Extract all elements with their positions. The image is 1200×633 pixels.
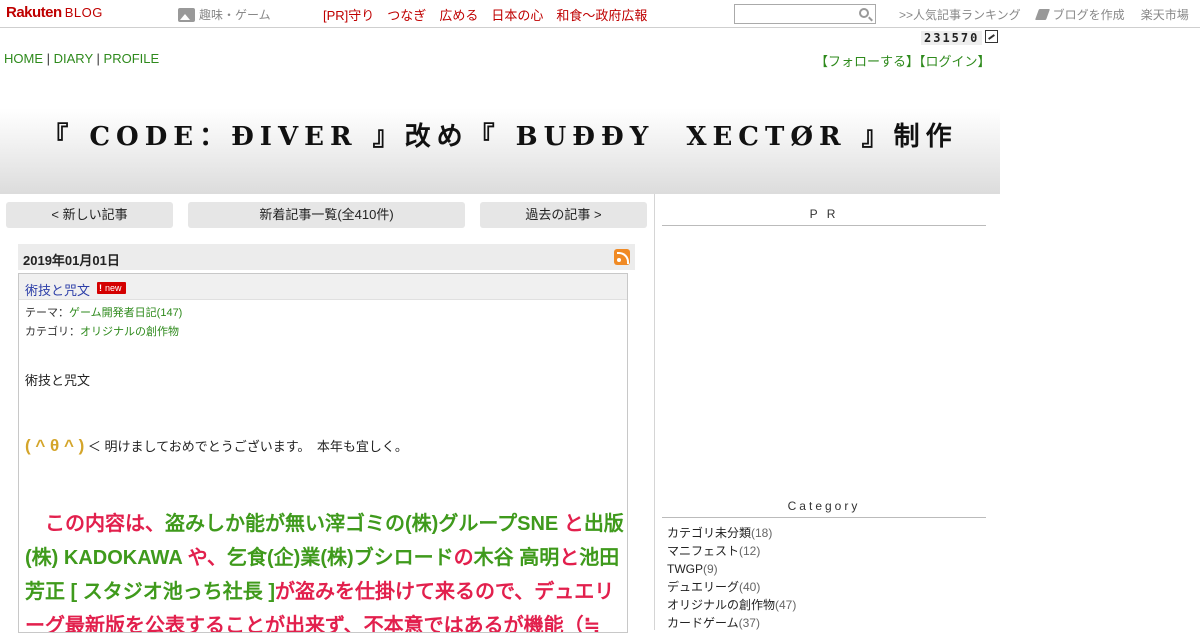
category-section-title: Category (662, 499, 986, 518)
post-title-link[interactable]: 術技と咒文 (25, 280, 90, 299)
genre-label: 趣味・ゲーム (199, 8, 271, 22)
exclamation-icon: ! (99, 283, 102, 293)
notice-segment: と (559, 547, 580, 569)
pr-links: [PR]守り つなぎ 広める 日本の心 和食～政府広報 (323, 5, 660, 24)
category-name: マニフェスト (667, 544, 740, 558)
category-link[interactable]: オリジナルの創作物 (80, 326, 179, 338)
notice-segment: や、 (182, 547, 227, 569)
pr-link[interactable]: 広める (439, 8, 478, 23)
blog-header-banner: 『 CODE：ĐIVER 』改め『 BUĐĐY XECTØR 』制作 (0, 72, 1000, 194)
new-badge-label: new (105, 283, 122, 293)
older-post-button[interactable]: 過去の記事 > (480, 202, 647, 228)
nav-home[interactable]: HOME (4, 51, 43, 66)
body-title: 術技と咒文 (25, 373, 91, 388)
smiley-emoticon: ( ^ θ ^ ) (25, 436, 85, 455)
search-icon[interactable] (859, 8, 869, 18)
notice-segment: と (558, 513, 584, 535)
nav-separator: | (46, 51, 51, 66)
greeting-line: ( ^ θ ^ ) ＜ 明けましておめでとうございます。 本年も宜しく。 (25, 436, 408, 456)
pencil-icon (1034, 9, 1050, 20)
logo-blog-text: BLOG (64, 5, 103, 20)
blog-nav: HOME | DIARY | PROFILE (4, 51, 159, 66)
category-name: カテゴリ未分類 (667, 526, 752, 540)
greeting-text: ＜ 明けましておめでとうございます。 本年も宜しく。 (87, 439, 408, 454)
ranking-link[interactable]: >>人気記事ランキング (899, 6, 1021, 23)
rakuten-market-link[interactable]: 楽天市場 (1141, 6, 1189, 23)
post-date: 2019年01月01日 (23, 253, 120, 268)
notice-segment: 乞食(企)業(株)ブシロード (227, 547, 454, 569)
category-count: (9) (703, 562, 718, 576)
pr-link[interactable]: 和食～政府広報 (556, 8, 647, 23)
category-name: カードゲーム (667, 616, 739, 630)
category-name: オリジナルの創作物 (667, 598, 776, 612)
notice-segment: この内容は、 (25, 513, 165, 535)
login-link[interactable]: 【ログイン】 (919, 54, 991, 69)
category-name: TWGP (667, 562, 703, 576)
pr-link[interactable]: [PR]守り (323, 8, 374, 23)
category-item[interactable]: カードゲーム(37) (667, 614, 796, 632)
nav-separator: | (96, 51, 100, 66)
category-item[interactable]: マニフェスト(12) (667, 542, 796, 560)
create-blog-link[interactable]: ブログを作成 (1053, 6, 1125, 23)
access-counter: 231570 (921, 31, 983, 45)
follow-link[interactable]: 【フォローする】 (815, 54, 919, 69)
post-list-button[interactable]: 新着記事一覧(全410件) (188, 202, 465, 228)
search-input[interactable] (734, 4, 876, 24)
category-item[interactable]: デュエリーグ(40) (667, 578, 796, 596)
image-icon (178, 7, 195, 22)
theme-label: テーマ： (25, 307, 69, 319)
category-item[interactable]: カテゴリ未分類(18) (667, 524, 796, 542)
category-count: (37) (738, 616, 760, 630)
post-theme: テーマ：ゲーム開発者日記(147) (25, 304, 182, 320)
category-count: (12) (739, 544, 761, 558)
account-links: 【フォローする】【ログイン】 (815, 51, 991, 70)
column-divider (654, 194, 655, 630)
category-name: デュエリーグ (667, 580, 740, 594)
pr-link[interactable]: つなぎ (387, 8, 426, 23)
category-count: (47) (775, 598, 797, 612)
topbar-right-links: >>人気記事ランキング ブログを作成 楽天市場 (899, 6, 1189, 23)
post-date-bar: 2019年01月01日 (18, 244, 635, 270)
notice-segment: 盗みしか能が無い滓ゴミの(株)グループSNE (165, 513, 559, 535)
pr-section-title: P R (662, 207, 986, 226)
category-count: (40) (739, 580, 761, 594)
category-list: カテゴリ未分類(18) マニフェスト(12) TWGP(9) デュエリーグ(40… (667, 524, 796, 632)
nav-diary[interactable]: DIARY (54, 51, 93, 66)
pr-link[interactable]: 日本の心 (491, 8, 543, 23)
category-item[interactable]: TWGP(9) (667, 560, 796, 578)
rakuten-blog-logo[interactable]: Rakuten BLOG (6, 4, 103, 21)
counter-graph-icon[interactable] (985, 30, 998, 43)
post-header: 術技と咒文 ! new (19, 274, 627, 300)
post-category: カテゴリ：オリジナルの創作物 (25, 323, 179, 339)
post-article: 術技と咒文 ! new テーマ：ゲーム開発者日記(147) カテゴリ：オリジナルの… (18, 273, 628, 633)
theme-link[interactable]: ゲーム開発者日記(147) (69, 307, 182, 319)
genre-link[interactable]: 趣味・ゲーム (178, 6, 271, 23)
notice-segment: の (453, 547, 474, 569)
global-topbar: Rakuten BLOG 趣味・ゲーム [PR]守り つなぎ 広める 日本の心 和食～政府… (0, 0, 1200, 28)
rss-icon[interactable] (614, 249, 630, 265)
notice-paragraph: この内容は、盗みしか能が無い滓ゴミの(株)グループSNE と出版(株) KADO… (25, 507, 625, 632)
new-badge: ! new (97, 282, 126, 294)
category-item[interactable]: オリジナルの創作物(47) (667, 596, 796, 614)
nav-profile[interactable]: PROFILE (104, 51, 160, 66)
category-label: カテゴリ： (25, 326, 80, 338)
newer-post-button[interactable]: < 新しい記事 (6, 202, 173, 228)
notice-segment: 木谷 高明 (473, 547, 560, 569)
category-count: (18) (751, 526, 773, 540)
blog-title[interactable]: 『 CODE：ĐIVER 』改め『 BUĐĐY XECTØR 』制作 (0, 116, 1000, 153)
logo-text: Rakuten (6, 4, 62, 21)
